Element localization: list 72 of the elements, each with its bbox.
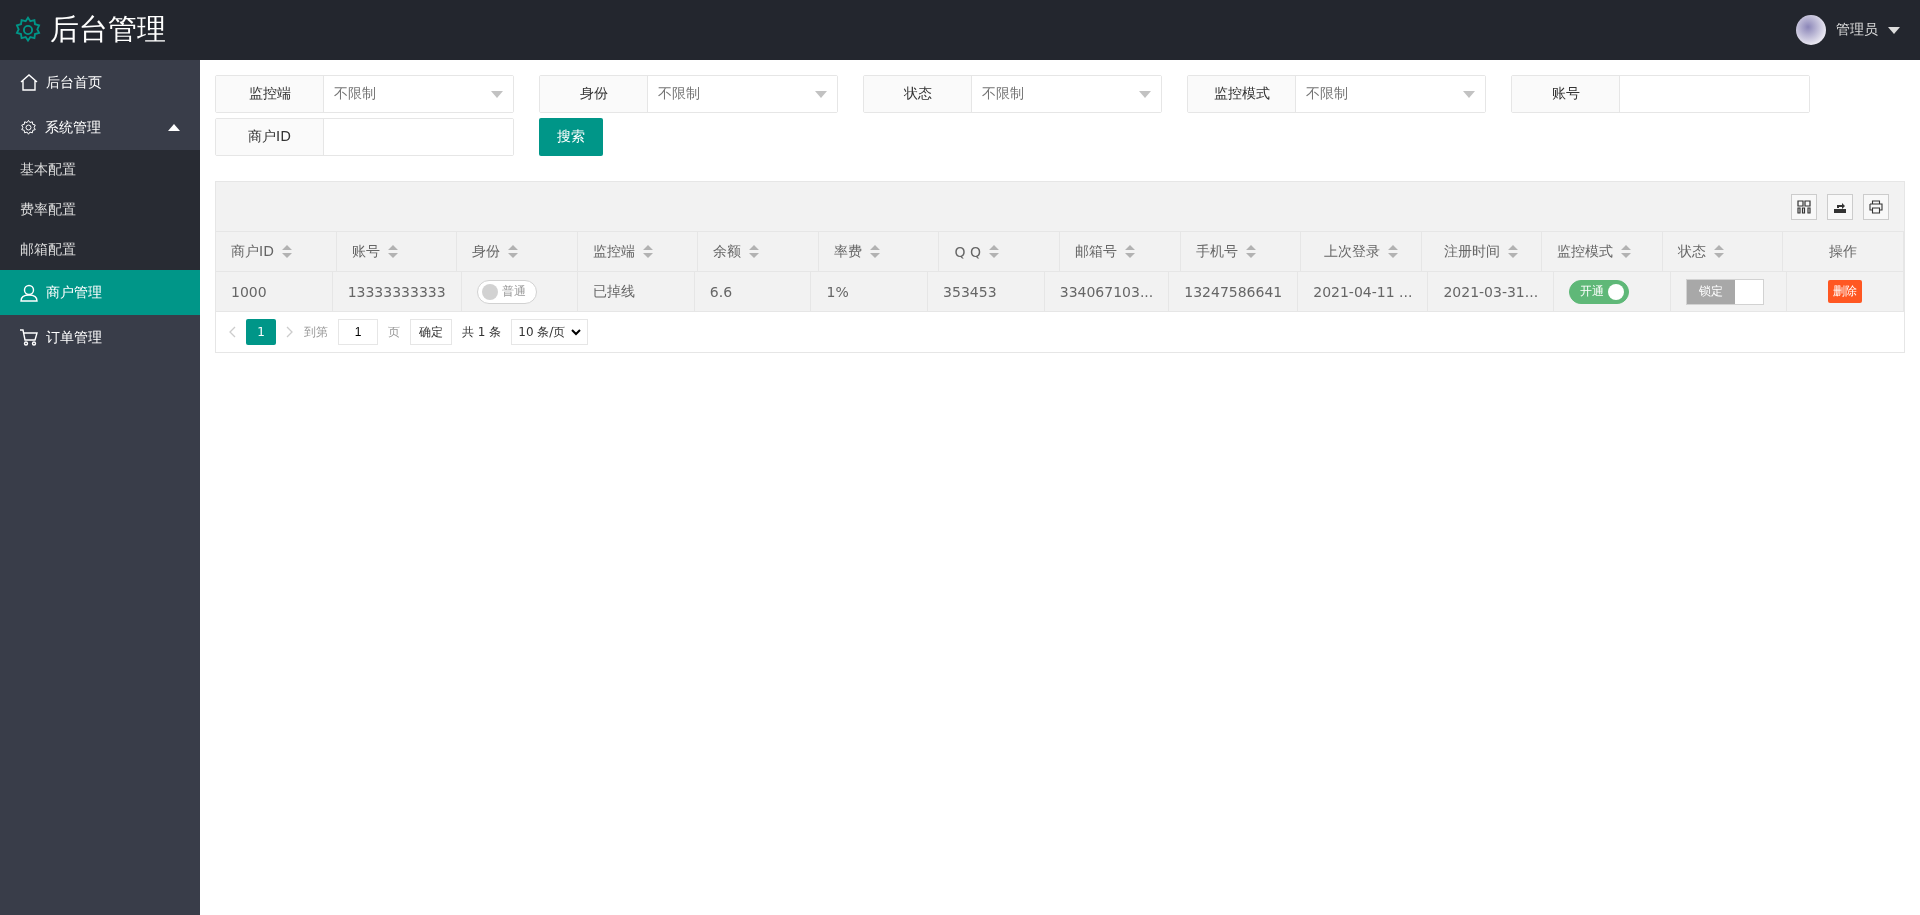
table-cell: 6.6: [694, 272, 812, 311]
sort-icon[interactable]: [869, 245, 880, 258]
sidebar-item[interactable]: 订单管理: [0, 315, 200, 360]
export-button[interactable]: [1827, 193, 1853, 220]
column-header[interactable]: 上次登录: [1301, 232, 1422, 271]
sort-icon[interactable]: [749, 245, 760, 258]
columns-button[interactable]: [1791, 193, 1817, 220]
column-header[interactable]: 身份: [457, 232, 578, 271]
column-header[interactable]: 监控模式: [1542, 232, 1663, 271]
column-header[interactable]: 监控端: [577, 232, 699, 271]
gear-icon: [20, 119, 37, 136]
print-button[interactable]: [1863, 193, 1889, 220]
column-header[interactable]: 余额: [698, 232, 819, 271]
column-header[interactable]: Q Q: [939, 232, 1060, 271]
sort-icon[interactable]: [1621, 245, 1632, 258]
home-icon: [20, 74, 38, 91]
sidebar-item[interactable]: 商户管理: [0, 270, 200, 315]
delete-button[interactable]: 删除: [1828, 280, 1863, 303]
sidebar-item[interactable]: 系统管理: [0, 105, 200, 150]
table-cell: 13247586641: [1169, 272, 1299, 311]
sort-icon[interactable]: [1387, 245, 1398, 258]
sort-icon[interactable]: [988, 245, 999, 258]
sort-icon[interactable]: [642, 245, 653, 258]
user-name[interactable]: 管理员: [1836, 21, 1878, 39]
caret-icon: [1888, 26, 1900, 34]
columns-icon: [1797, 199, 1811, 214]
sort-icon[interactable]: [387, 245, 398, 258]
sort-icon[interactable]: [1245, 245, 1256, 258]
table-cell: 已掉线: [578, 272, 695, 311]
search-button[interactable]: 搜索: [539, 118, 603, 156]
user-icon: [20, 283, 38, 302]
column-header[interactable]: 邮箱号: [1060, 232, 1181, 271]
sort-icon[interactable]: [1713, 245, 1724, 258]
table-cell: 13333333333: [332, 272, 462, 311]
table-cell: 2021-03-31...: [1428, 272, 1555, 311]
submenu-item[interactable]: 基本配置: [0, 150, 200, 190]
column-header[interactable]: 商户ID: [216, 232, 337, 271]
confirm-button[interactable]: 确定: [410, 319, 452, 345]
sort-icon[interactable]: [1508, 245, 1519, 258]
table-cell: 353453: [928, 272, 1045, 311]
page-size-select[interactable]: 10 条/页: [511, 319, 589, 345]
chevron-down-icon: [571, 328, 582, 336]
page-suffix: 页: [388, 323, 400, 341]
page-button[interactable]: 1: [246, 319, 276, 345]
cart-icon: [20, 329, 38, 346]
column-header[interactable]: 状态: [1662, 232, 1784, 271]
submenu-item[interactable]: 费率配置: [0, 190, 200, 230]
table-cell: 1000: [216, 272, 333, 311]
next-page-icon[interactable]: [286, 326, 294, 338]
table-cell: 334067103...: [1044, 272, 1170, 311]
toggle-switch[interactable]: 普通: [476, 279, 537, 304]
column-header[interactable]: 手机号: [1180, 232, 1302, 271]
avatar[interactable]: [1796, 15, 1826, 45]
column-header[interactable]: 操作: [1783, 232, 1904, 271]
total-count: 共 1 条: [462, 323, 502, 341]
column-header[interactable]: 注册时间: [1421, 232, 1543, 271]
column-header[interactable]: 率费: [818, 232, 940, 271]
sort-icon[interactable]: [1125, 245, 1135, 258]
sidebar-item[interactable]: 后台首页: [0, 60, 200, 105]
print-icon: [1869, 199, 1883, 214]
submenu-item[interactable]: 邮箱配置: [0, 230, 200, 270]
table-cell: 2021-04-11 ...: [1298, 272, 1429, 311]
sort-icon[interactable]: [508, 245, 519, 258]
goto-label: 到第: [304, 323, 328, 341]
app-title: 后台管理: [50, 11, 166, 48]
gear-icon: [14, 16, 42, 44]
prev-page-icon[interactable]: [228, 326, 236, 338]
sort-icon[interactable]: [281, 245, 292, 258]
page-input[interactable]: 1: [338, 319, 378, 345]
caret-icon: [168, 124, 180, 131]
table-cell: 1%: [811, 272, 929, 311]
column-header[interactable]: 账号: [336, 232, 458, 271]
